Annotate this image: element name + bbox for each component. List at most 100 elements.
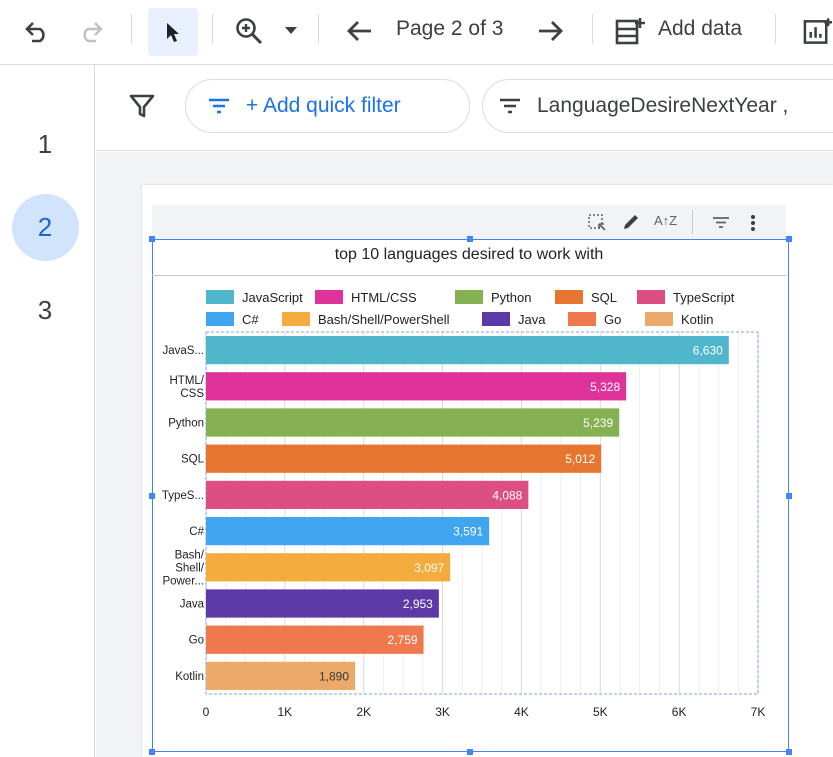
legend-label: C#	[242, 311, 259, 327]
legend-label: Go	[604, 311, 622, 327]
x-tick-label: 3K	[435, 705, 450, 719]
x-tick-label: 4K	[514, 705, 529, 719]
undo-icon[interactable]	[22, 18, 52, 46]
category-tick-label: Go	[189, 635, 204, 647]
legend-swatch	[645, 312, 673, 326]
legend-swatch	[315, 290, 343, 304]
legend-item: Bash/Shell/PowerShell	[282, 311, 450, 327]
data-label: 6,630	[693, 344, 723, 358]
toolbar-divider	[131, 14, 132, 44]
language-filter-label: LanguageDesireNextYear ,	[537, 94, 789, 117]
legend-swatch	[282, 312, 310, 326]
x-tick-label: 5K	[593, 705, 608, 719]
legend-item: SQL	[555, 289, 618, 305]
pointer-icon	[167, 23, 179, 42]
resize-handle[interactable]	[149, 236, 155, 242]
legend-item: Kotlin	[645, 311, 714, 327]
legend-swatch	[206, 312, 234, 326]
bar	[206, 408, 620, 437]
legend-label: Kotlin	[681, 311, 714, 327]
resize-handle[interactable]	[786, 236, 792, 242]
bar-chart: 6,630 JavaS... 5,328 HTML/CSS 5,239 Python 5,0…	[162, 331, 766, 719]
data-label: 1,890	[319, 669, 349, 683]
resize-handle[interactable]	[467, 749, 473, 755]
legend-swatch	[455, 290, 483, 304]
category-tick-label: C#	[189, 526, 204, 538]
legend-item: Go	[568, 311, 622, 327]
legend-label: HTML/CSS	[351, 289, 417, 305]
data-label: 2,759	[388, 633, 418, 647]
pages-panel: 1 2 3	[0, 65, 95, 757]
data-label: 5,012	[565, 452, 595, 466]
zoom-dropdown-icon[interactable]	[282, 24, 300, 38]
legend-label: SQL	[591, 289, 618, 305]
page-item-3[interactable]: 3	[0, 295, 90, 326]
add-data-icon[interactable]	[612, 14, 648, 48]
add-data-button[interactable]: Add data	[658, 17, 742, 41]
resize-handle[interactable]	[786, 749, 792, 755]
category-tick-label: Bash/Shell/Power...	[162, 549, 204, 587]
bar	[206, 444, 602, 473]
category-tick-label: Java	[180, 599, 205, 611]
category-tick-label: Python	[168, 418, 204, 430]
legend-label: TypeScript	[673, 289, 735, 305]
redo-icon[interactable]	[76, 18, 106, 46]
legend-item: Python	[455, 289, 532, 305]
data-label: 3,591	[453, 525, 483, 539]
legend-swatch	[568, 312, 596, 326]
resize-handle[interactable]	[467, 236, 473, 242]
resize-handle[interactable]	[786, 493, 792, 499]
resize-handle[interactable]	[149, 749, 155, 755]
filter-list-icon	[209, 98, 229, 114]
edit-pencil-icon[interactable]	[622, 213, 640, 231]
legend-swatch	[555, 290, 583, 304]
category-tick-label: JavaS...	[162, 345, 204, 357]
legend-item: HTML/CSS	[315, 289, 417, 305]
x-tick-label: 2K	[356, 705, 371, 719]
data-label: 2,953	[403, 597, 433, 611]
filter-bar: + Add quick filter LanguageDesireNextYea…	[96, 65, 833, 151]
toolbar-divider	[592, 14, 593, 44]
page-item-1[interactable]: 1	[0, 129, 90, 160]
x-tick-label: 6K	[672, 705, 687, 719]
legend-label: Bash/Shell/PowerShell	[318, 311, 450, 327]
select-tool-button[interactable]	[148, 8, 198, 56]
x-tick-label: 0	[203, 705, 210, 719]
language-filter-chip[interactable]: LanguageDesireNextYear ,	[482, 79, 833, 133]
filter-list-icon	[500, 98, 520, 114]
add-quick-filter-button[interactable]: + Add quick filter	[185, 79, 470, 133]
chart-filter-icon[interactable]	[712, 216, 730, 229]
zoom-in-icon[interactable]	[232, 15, 266, 47]
legend-swatch	[482, 312, 510, 326]
toolbar: Page 2 of 3 Add data	[0, 0, 833, 62]
chart-header-divider	[692, 210, 693, 234]
legend-item: Java	[482, 311, 546, 327]
chart-header-toolbar: A↑Z	[152, 205, 786, 239]
legend-label: Python	[491, 289, 532, 305]
legend-swatch	[637, 290, 665, 304]
next-page-icon[interactable]	[534, 17, 568, 45]
select-area-icon[interactable]	[588, 214, 606, 232]
chart-title: top 10 languages desired to work with	[334, 246, 604, 263]
bar	[206, 335, 729, 365]
sort-az-icon[interactable]: A↑Z	[654, 213, 677, 228]
add-chart-icon[interactable]	[802, 14, 833, 48]
page-item-2[interactable]: 2	[0, 212, 90, 243]
category-tick-label: Kotlin	[175, 671, 204, 683]
data-label: 4,088	[492, 488, 522, 502]
legend-label: Java	[518, 311, 546, 327]
toolbar-divider	[212, 14, 213, 44]
category-tick-label: HTML/CSS	[170, 375, 205, 400]
category-tick-label: TypeS...	[162, 490, 204, 502]
bar	[206, 480, 529, 510]
legend-label: JavaScript	[242, 289, 303, 305]
category-tick-label: SQL	[181, 454, 205, 466]
x-tick-label: 7K	[751, 705, 766, 719]
filter-icon[interactable]	[129, 93, 155, 124]
add-quick-filter-label: + Add quick filter	[246, 94, 401, 117]
data-label: 3,097	[414, 561, 444, 575]
legend-item: JavaScript	[206, 289, 303, 305]
more-options-icon[interactable]	[750, 214, 756, 232]
chart-title-divider	[152, 275, 786, 276]
previous-page-icon[interactable]	[342, 17, 376, 45]
